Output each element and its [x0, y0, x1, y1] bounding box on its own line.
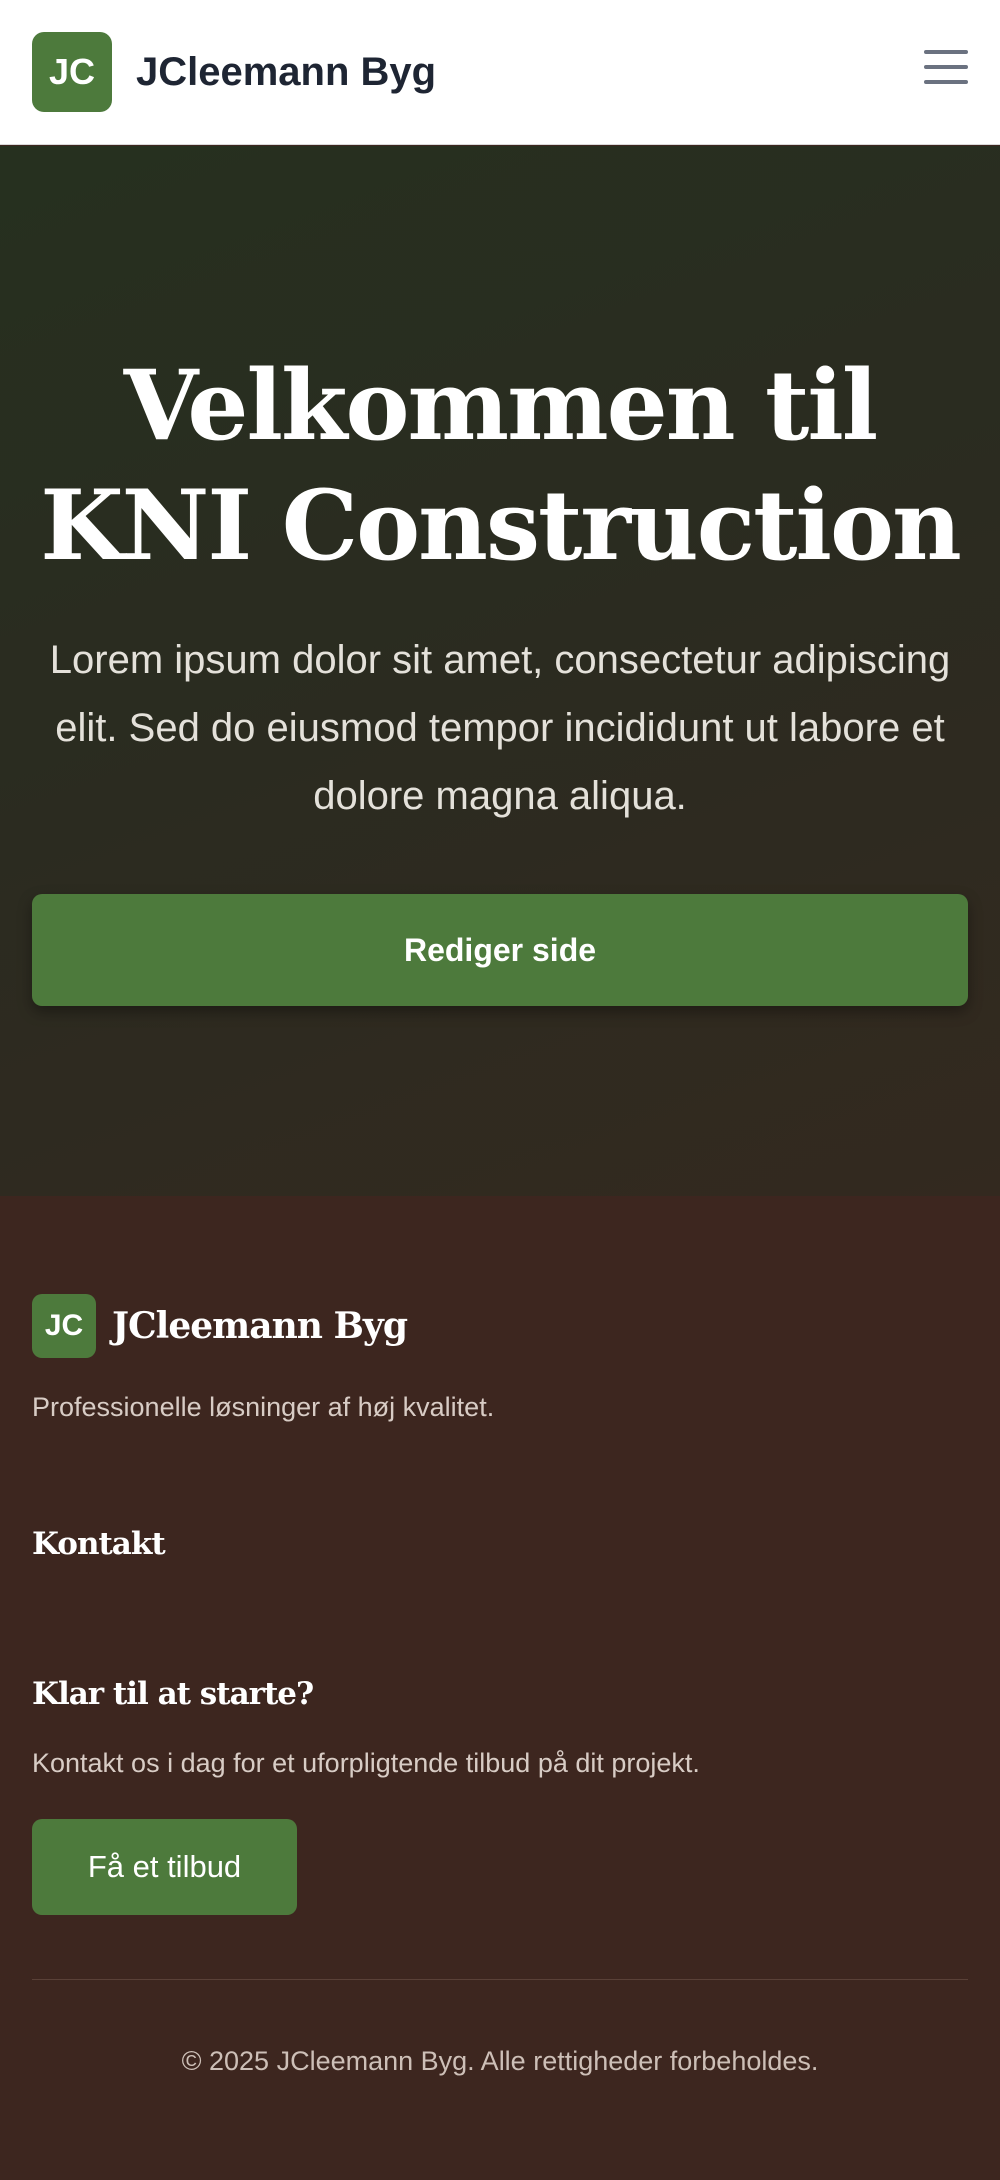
get-quote-button[interactable]: Få et tilbud	[32, 1819, 297, 1915]
footer-logo-badge: JC	[32, 1294, 96, 1358]
footer-brand-name: JCleemann Byg	[112, 1305, 408, 1347]
footer-cta-title: Klar til at starte?	[32, 1676, 314, 1712]
footer-cta-text: Kontakt os i dag for et uforpligtende ti…	[32, 1748, 700, 1778]
brand-name[interactable]: JCleemann Byg	[136, 50, 436, 95]
footer-brand[interactable]: JC JCleemann Byg	[32, 1294, 408, 1358]
menu-line	[924, 80, 968, 84]
footer-divider	[32, 1979, 968, 1980]
hero-section: Velkommen til KNI Construction Lorem ips…	[0, 146, 1000, 1196]
hero-description: Lorem ipsum dolor sit amet, consectetur …	[49, 638, 951, 818]
footer-contact-heading: Kontakt	[32, 1526, 166, 1562]
copyright-text: © 2025 JCleemann Byg. Alle rettigheder f…	[181, 2046, 819, 2076]
edit-page-button[interactable]: Rediger side	[32, 894, 968, 1006]
site-header: JC JCleemann Byg	[0, 0, 1000, 145]
hero-title: Velkommen til KNI Construction	[40, 349, 962, 582]
menu-line	[924, 50, 968, 54]
hamburger-menu-icon[interactable]	[924, 50, 968, 84]
logo-badge[interactable]: JC	[32, 32, 112, 112]
site-footer: JC JCleemann Byg Professionelle løsninge…	[0, 1196, 1000, 2180]
footer-tagline: Professionelle løsninger af høj kvalitet…	[32, 1392, 495, 1422]
menu-line	[924, 65, 968, 69]
